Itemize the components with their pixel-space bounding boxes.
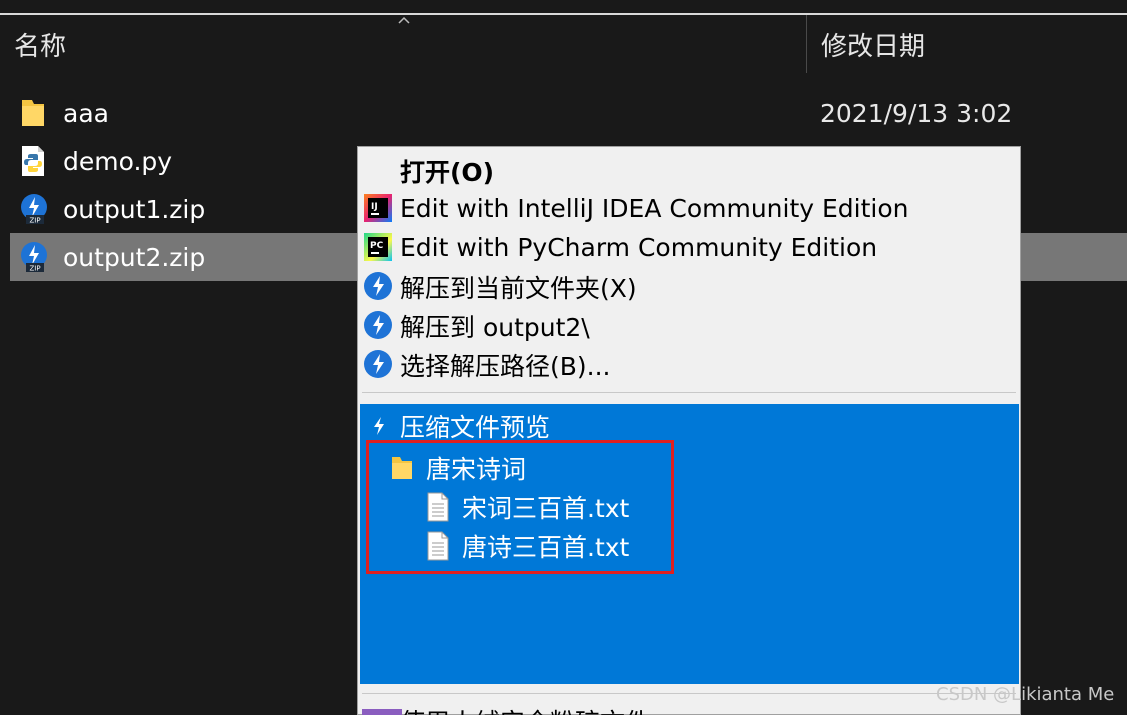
column-header-name[interactable]: 名称 [0,15,806,73]
file-name: output1.zip [63,194,206,224]
menu-item-shred-file[interactable]: 使用火绒安全粉碎文件 [400,703,650,715]
svg-text:ZIP: ZIP [29,217,40,225]
python-file-icon [22,146,44,176]
menu-item-label: Edit with IntelliJ IDEA Community Editio… [400,194,909,223]
menu-item-label: 解压到当前文件夹(X) [400,273,637,303]
bandizip-icon [364,311,392,339]
tree-file-item[interactable]: 唐诗三百首.txt [426,528,629,564]
menu-item-edit-pycharm[interactable]: PC Edit with PyCharm Community Edition [358,228,1020,267]
bandizip-icon [364,350,392,378]
archive-preview-submenu[interactable]: 压缩文件预览 唐宋诗词 宋词三百首.txt 唐诗三百首.txt [360,404,1019,684]
menu-item-label: 解压到 output2\ [400,312,590,342]
tree-folder-item[interactable]: 唐宋诗词 [390,450,526,486]
file-name: aaa [63,98,109,128]
zip-icon: ZIP [21,194,47,225]
file-name: output2.zip [63,242,206,272]
file-name: demo.py [63,146,173,176]
svg-text:ZIP: ZIP [29,265,40,273]
folder-icon [22,100,44,126]
menu-item-extract-choose-path[interactable]: 选择解压路径(B)... [358,345,1020,384]
zip-icon: ZIP [21,242,47,273]
menu-item-edit-intellij[interactable]: IJ Edit with IntelliJ IDEA Community Edi… [358,189,1020,228]
context-menu: 打开(O) IJ Edit with IntelliJ IDEA Communi… [357,146,1021,715]
menu-item-label: 选择解压路径(B)... [400,351,611,381]
menu-item-label: Edit with PyCharm Community Edition [400,233,878,262]
svg-text:IJ: IJ [371,202,378,212]
menu-item-extract-here[interactable]: 解压到当前文件夹(X) [358,267,1020,306]
tree-file-label: 唐诗三百首.txt [462,533,630,562]
watermark: CSDN @Likianta Me [936,684,1115,705]
text-file-icon [427,531,449,561]
tree-file-item[interactable]: 宋词三百首.txt [426,489,629,525]
menu-item-open[interactable]: 打开(O) [358,151,1020,190]
menu-item-extract-to-folder[interactable]: 解压到 output2\ [358,306,1020,345]
bandizip-icon [364,272,392,300]
folder-icon [392,457,412,479]
pycharm-icon: PC [364,233,392,261]
file-date: 2021/9/13 3:02 [820,98,1013,128]
huorong-shred-icon [362,709,402,715]
menu-separator [362,693,1016,694]
tree-folder-label: 唐宋诗词 [426,455,527,484]
svg-text:PC: PC [370,241,384,251]
file-row-aaa[interactable]: aaa 2021/9/13 3:02 [10,89,1127,137]
tree-file-label: 宋词三百首.txt [462,494,630,523]
menu-separator [362,392,1016,393]
column-header-date-modified[interactable]: 修改日期 [806,15,1127,73]
text-file-icon [427,492,449,522]
intellij-idea-icon: IJ [364,194,392,222]
archive-preview-title[interactable]: 压缩文件预览 [368,408,550,444]
lightning-icon [374,417,384,435]
menu-item-label: 打开(O) [400,157,495,187]
archive-preview-label: 压缩文件预览 [400,413,551,442]
